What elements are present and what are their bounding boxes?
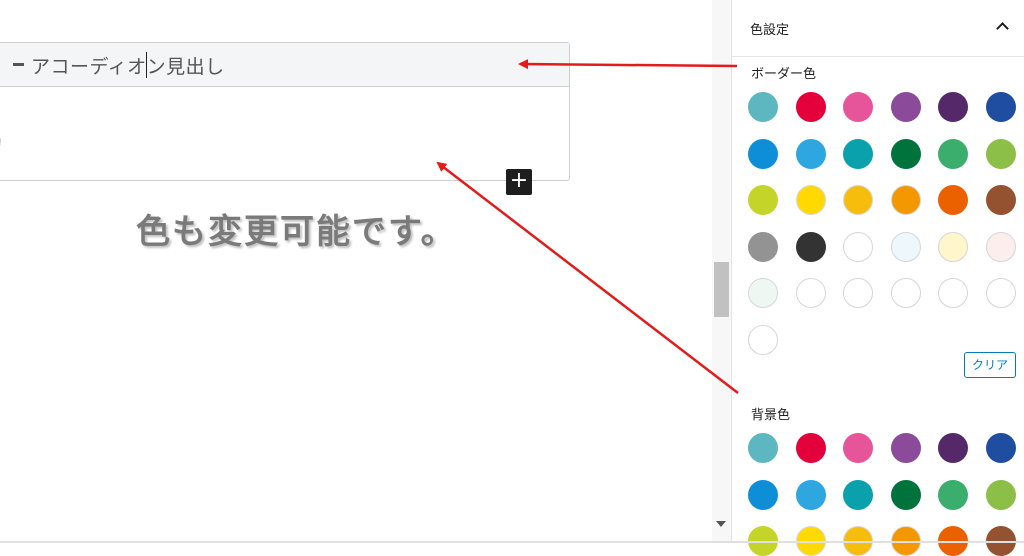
color-swatch[interactable]: [748, 138, 778, 169]
color-swatch[interactable]: [985, 138, 1016, 169]
color-swatch[interactable]: [938, 185, 968, 215]
color-swatch[interactable]: [890, 185, 921, 215]
scrollbar-thumb[interactable]: [714, 262, 729, 317]
color-swatch[interactable]: [795, 433, 826, 463]
color-swatch[interactable]: [843, 278, 873, 308]
color-swatch[interactable]: [748, 92, 778, 122]
color-swatch[interactable]: [938, 92, 968, 122]
color-swatch[interactable]: [890, 231, 921, 262]
editor-canvas: アコーディオン見出し カ + 色も変更可能です。: [0, 0, 712, 543]
minus-icon[interactable]: [13, 63, 24, 66]
color-swatch[interactable]: [795, 185, 826, 215]
background-color-label: 背景色: [751, 408, 791, 423]
color-swatch[interactable]: [890, 92, 921, 122]
chevron-up-icon[interactable]: [996, 22, 1009, 35]
annotation-caption: 色も変更可能です。: [136, 212, 457, 252]
text-cursor: [146, 52, 147, 78]
add-block-button[interactable]: +: [506, 169, 532, 195]
color-swatch[interactable]: [938, 138, 968, 169]
color-swatch[interactable]: [748, 433, 778, 463]
color-swatch[interactable]: [843, 92, 873, 122]
color-swatch[interactable]: [985, 231, 1016, 262]
accordion-header[interactable]: アコーディオン見出し: [0, 43, 569, 87]
color-swatch[interactable]: [795, 92, 826, 122]
color-swatch[interactable]: [985, 278, 1016, 308]
color-swatch[interactable]: [843, 185, 873, 215]
clear-button[interactable]: クリア: [964, 352, 1016, 378]
color-swatch[interactable]: [843, 479, 873, 510]
color-swatch[interactable]: [985, 433, 1016, 463]
color-swatch[interactable]: [985, 185, 1016, 215]
color-swatch[interactable]: [938, 231, 968, 262]
color-swatch[interactable]: [985, 92, 1016, 122]
settings-sidebar: 色設定 ボーダー色 クリア 背景色: [731, 0, 1024, 556]
accordion-title[interactable]: アコーディオン見出し: [31, 52, 225, 79]
color-swatch[interactable]: [795, 479, 826, 510]
color-swatch[interactable]: [795, 231, 826, 262]
color-swatch[interactable]: [890, 138, 921, 169]
color-swatch[interactable]: [938, 278, 968, 308]
accordion-body[interactable]: カ +: [0, 87, 569, 195]
accordion-block[interactable]: アコーディオン見出し カ +: [0, 42, 570, 195]
color-swatch[interactable]: [748, 324, 778, 355]
color-swatch[interactable]: [843, 231, 873, 262]
border-color-label: ボーダー色: [751, 67, 817, 82]
color-swatch[interactable]: [748, 185, 778, 215]
color-swatch[interactable]: [748, 278, 778, 308]
color-swatch[interactable]: [938, 479, 968, 510]
color-swatch[interactable]: [748, 231, 778, 262]
color-swatch[interactable]: [985, 479, 1016, 510]
editor-scrollbar[interactable]: [712, 0, 731, 543]
color-swatch[interactable]: [795, 138, 826, 169]
color-swatch[interactable]: [938, 433, 968, 463]
scroll-down-arrow-icon[interactable]: [716, 521, 726, 527]
color-swatch[interactable]: [890, 433, 921, 463]
color-swatch[interactable]: [748, 479, 778, 510]
color-swatch[interactable]: [890, 479, 921, 510]
color-swatch[interactable]: [843, 433, 873, 463]
body-placeholder[interactable]: カ: [0, 129, 3, 153]
color-settings-panel-header[interactable]: 色設定: [732, 0, 1024, 57]
panel-title: 色設定: [750, 23, 790, 38]
color-swatch[interactable]: [795, 278, 826, 308]
color-swatch[interactable]: [843, 138, 873, 169]
color-swatch[interactable]: [890, 278, 921, 308]
